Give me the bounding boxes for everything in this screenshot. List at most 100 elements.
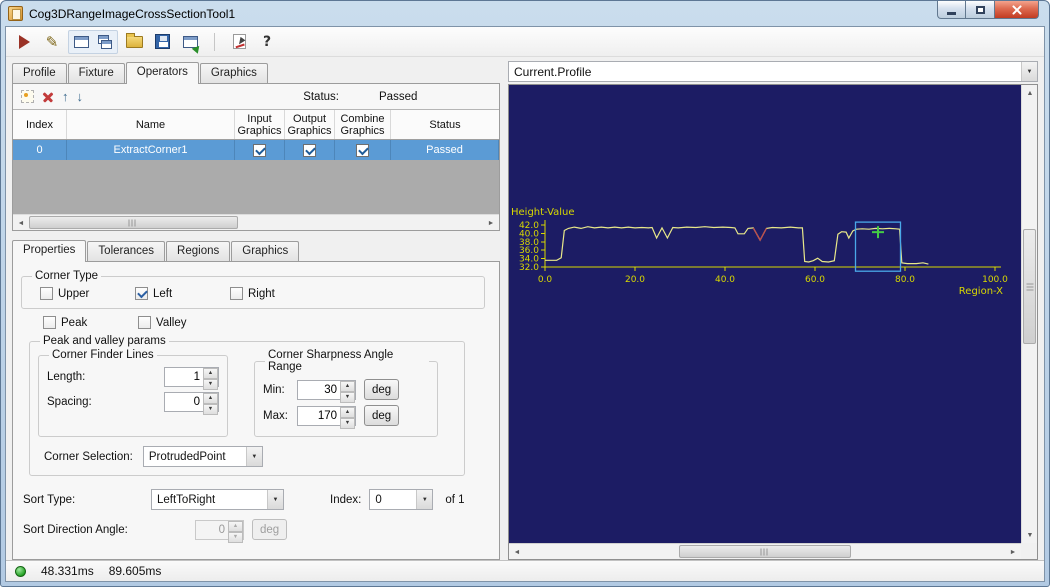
column-header-output-graphics[interactable]: Output Graphics	[285, 110, 335, 139]
min-spinner[interactable]: ▲▼	[297, 380, 356, 400]
edit-icon[interactable]: ✎	[40, 31, 64, 53]
spin-up-icon[interactable]: ▲	[203, 368, 218, 379]
scrollbar-track[interactable]	[29, 215, 483, 230]
checkbox-peak[interactable]: Peak	[43, 316, 138, 329]
title-bar[interactable]: Cog3DRangeImageCrossSectionTool1	[5, 1, 1045, 26]
signature-button[interactable]	[227, 31, 251, 53]
main-tabs: Profile Fixture Operators Graphics	[12, 61, 500, 83]
scroll-left-icon[interactable]: ◄	[13, 215, 29, 231]
checkbox-label: Valley	[156, 317, 186, 329]
combine-graphics-checkbox[interactable]	[356, 144, 369, 157]
output-graphics-checkbox[interactable]	[303, 144, 316, 157]
operators-panel: ↑ ↓ Status: Passed Index Name Input Grap…	[12, 83, 500, 231]
add-operator-icon[interactable]	[21, 90, 34, 103]
tab-fixture[interactable]: Fixture	[68, 63, 125, 83]
max-input[interactable]	[298, 407, 340, 425]
max-spinner[interactable]: ▲▼	[297, 406, 356, 426]
column-header-status[interactable]: Status	[391, 110, 499, 139]
chevron-down-icon[interactable]: ▼	[416, 490, 432, 509]
corner-selection-label: Corner Selection:	[44, 451, 133, 463]
length-input[interactable]	[165, 368, 203, 386]
length-spinner[interactable]: ▲▼	[164, 367, 219, 387]
tab-graphics[interactable]: Graphics	[200, 63, 268, 83]
spin-up-icon[interactable]: ▲	[203, 393, 218, 404]
index-dropdown[interactable]: 0 ▼	[369, 489, 433, 510]
profile-chart[interactable]: 32.034.036.038.040.042.00.020.040.060.08…	[509, 85, 1021, 325]
spin-down-icon[interactable]: ▼	[203, 379, 218, 390]
subtab-regions[interactable]: Regions	[166, 241, 230, 261]
chevron-down-icon[interactable]: ▼	[267, 490, 283, 509]
main-toolbar: ✎ ?	[6, 27, 1044, 57]
table-header: Index Name Input Graphics Output Graphic…	[13, 110, 499, 140]
subtab-properties[interactable]: Properties	[12, 240, 86, 262]
save-file-button[interactable]	[150, 31, 174, 53]
svg-text:100.0: 100.0	[982, 275, 1008, 285]
column-header-name[interactable]: Name	[67, 110, 235, 139]
minimize-button[interactable]	[937, 1, 966, 19]
maximize-button[interactable]	[966, 1, 994, 19]
properties-panel: Properties Tolerances Regions Graphics C…	[12, 239, 500, 560]
checkbox-valley[interactable]: Valley	[138, 316, 186, 329]
checkbox-right[interactable]: Right	[230, 287, 275, 300]
scrollbar-thumb[interactable]	[29, 216, 238, 229]
plot-vertical-scrollbar[interactable]: ▲ ▼	[1021, 85, 1037, 543]
min-deg-button[interactable]: deg	[364, 379, 399, 400]
scroll-left-icon[interactable]: ◄	[509, 544, 525, 560]
help-icon[interactable]: ?	[255, 31, 279, 53]
sort-type-label: Sort Type:	[23, 494, 151, 506]
scrollbar-thumb[interactable]	[1023, 229, 1036, 344]
subtab-tolerances[interactable]: Tolerances	[87, 241, 165, 261]
sort-type-dropdown[interactable]: LeftToRight ▼	[151, 489, 284, 510]
max-deg-button[interactable]: deg	[364, 405, 399, 426]
scrollbar-thumb[interactable]	[679, 545, 852, 558]
checkbox-upper[interactable]: Upper	[40, 287, 135, 300]
save-results-button[interactable]	[178, 31, 202, 53]
run-button[interactable]	[12, 31, 36, 53]
column-header-index[interactable]: Index	[13, 110, 67, 139]
spin-down-icon[interactable]: ▼	[340, 418, 355, 429]
tool-display-icon[interactable]	[69, 31, 93, 53]
min-input[interactable]	[298, 381, 340, 399]
spin-up-icon[interactable]: ▲	[340, 407, 355, 418]
spacing-spinner[interactable]: ▲▼	[164, 392, 219, 412]
min-row: Min: ▲▼ deg	[263, 379, 429, 400]
plot-horizontal-scrollbar[interactable]: ◄ ►	[509, 543, 1021, 559]
spin-down-icon[interactable]: ▼	[203, 404, 218, 415]
corner-type-group: Corner Type Upper Left Right	[21, 270, 485, 309]
column-header-input-graphics[interactable]: Input Graphics	[235, 110, 285, 139]
tab-profile[interactable]: Profile	[12, 63, 67, 83]
chevron-down-icon[interactable]: ▼	[1021, 62, 1037, 81]
spin-up-icon[interactable]: ▲	[340, 381, 355, 392]
tab-operators[interactable]: Operators	[126, 62, 199, 84]
spinner-buttons: ▲▼	[203, 393, 218, 411]
move-down-icon[interactable]: ↓	[77, 90, 84, 103]
scroll-down-icon[interactable]: ▼	[1022, 527, 1038, 543]
column-header-combine-graphics[interactable]: Combine Graphics	[335, 110, 391, 139]
chevron-down-icon[interactable]: ▼	[246, 447, 262, 466]
spin-down-icon[interactable]: ▼	[340, 392, 355, 403]
display-selector[interactable]: Current.Profile ▼	[508, 61, 1038, 82]
scroll-right-icon[interactable]: ►	[1005, 544, 1021, 560]
scrollbar-track[interactable]	[525, 544, 1005, 559]
sort-direction-spinner: ▲▼	[195, 520, 244, 540]
spacing-input[interactable]	[165, 393, 203, 411]
scroll-right-icon[interactable]: ►	[483, 215, 499, 231]
subtab-graphics[interactable]: Graphics	[231, 241, 299, 261]
copy-display-icon[interactable]	[93, 31, 117, 53]
move-up-icon[interactable]: ↑	[62, 90, 69, 103]
delete-operator-icon[interactable]	[42, 91, 54, 103]
sort-direction-input	[196, 521, 228, 539]
corner-selection-dropdown[interactable]: ProtrudedPoint ▼	[143, 446, 263, 467]
close-button[interactable]	[994, 1, 1039, 19]
checkbox-left[interactable]: Left	[135, 287, 230, 300]
profile-plot[interactable]: 32.034.036.038.040.042.00.020.040.060.08…	[509, 85, 1021, 543]
table-row[interactable]: 0 ExtractCorner1 Passed	[13, 140, 499, 160]
spinner-buttons: ▲▼	[228, 521, 243, 539]
scroll-up-icon[interactable]: ▲	[1022, 85, 1038, 101]
scrollbar-track[interactable]	[1022, 101, 1037, 527]
open-file-button[interactable]	[122, 31, 146, 53]
table-horizontal-scrollbar[interactable]: ◄ ►	[13, 214, 499, 230]
svg-text:0.0: 0.0	[538, 275, 553, 285]
input-graphics-checkbox[interactable]	[253, 144, 266, 157]
execution-time: 48.331ms	[41, 564, 94, 578]
